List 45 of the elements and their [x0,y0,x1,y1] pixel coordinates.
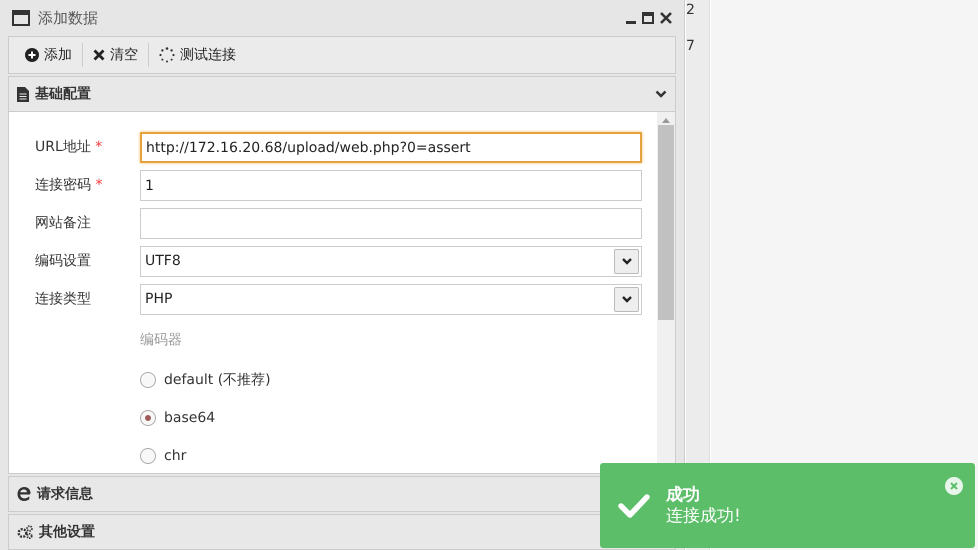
radio-label: default (不推荐) [164,370,271,390]
window-title: 添加数据 [38,8,98,29]
radio-label: base64 [164,408,216,428]
radio-button[interactable] [140,372,156,388]
input-field[interactable]: 1 [140,170,642,201]
field-label: 网站备注 [35,215,91,231]
test-connection-button[interactable]: 测试连接 [149,42,246,68]
radio-label: chr [164,446,186,466]
close-icon [950,482,958,490]
check-icon [618,492,650,518]
close-icon[interactable] [660,12,672,24]
field-label: 连接密码 [35,177,91,193]
table-cell-text: 2 [686,1,696,20]
add-button[interactable]: 添加 [15,42,82,68]
maximize-icon[interactable] [642,12,654,24]
chevron-down-icon [655,90,667,98]
required-mark: * [95,177,102,193]
input-field[interactable] [140,208,642,239]
gears-icon [17,525,33,539]
browser-e-icon [17,487,31,501]
dropdown[interactable]: UTF8 [140,246,642,277]
table-cell-text: 7 [686,37,696,56]
input-field[interactable]: http://172.16.20.68/upload/web.php?0=assert [140,132,642,163]
radio-button[interactable] [140,448,156,464]
chevron-down-icon [622,296,632,303]
required-mark: * [95,139,102,155]
close-icon [93,49,105,61]
section-title: 基础配置 [35,84,91,104]
section-title: 其他设置 [39,522,95,542]
field-label: 编码设置 [35,253,91,269]
close-button[interactable] [945,477,963,495]
scroll-up-icon [662,118,670,123]
section-title: 请求信息 [37,484,93,504]
document-icon [17,86,29,102]
section-header[interactable]: 基础配置 [8,76,676,112]
radio-button[interactable] [140,410,156,426]
window-icon [12,10,30,26]
spinner-icon [159,47,175,63]
dropdown[interactable]: PHP [140,284,642,315]
group-label: 编码器 [140,331,183,350]
plus-circle-icon [25,48,39,62]
clear-button[interactable]: 清空 [83,42,148,68]
field-label: URL地址 [35,139,91,155]
field-label: 连接类型 [35,291,91,307]
chevron-down-icon [622,258,632,265]
